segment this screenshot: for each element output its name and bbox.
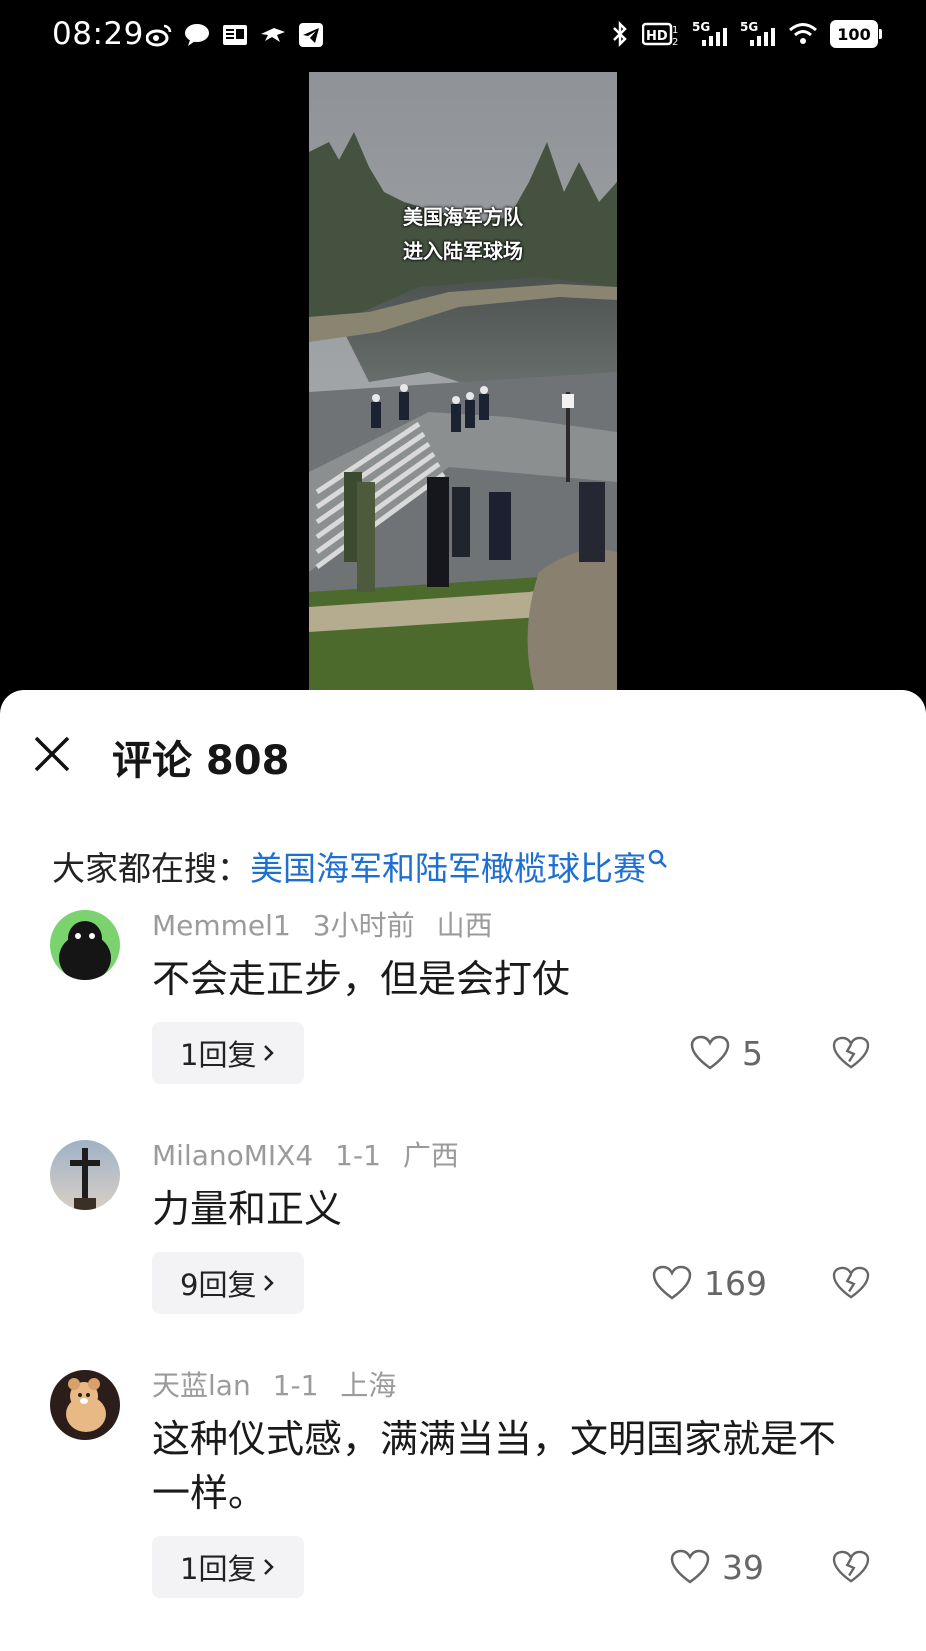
bluetooth-icon [613,20,627,48]
broken-heart-icon [832,1266,870,1299]
comment-username[interactable]: Memmel1 [152,909,291,942]
reply-count-label: 1回复 [180,1552,257,1586]
trending-search-prefix: 大家都在搜： [52,849,250,888]
caption-line-1: 美国海军方队 [403,205,523,229]
close-button[interactable] [30,732,74,776]
status-time: 08:29 [52,16,144,52]
comment-meta: MilanoMIX4 1-1 广西 [152,1134,481,1174]
caption-line-2: 进入陆军球场 [403,239,523,263]
view-replies-button[interactable]: 1回复 [152,1536,305,1598]
comment-meta: 天蓝lan 1-1 上海 [152,1364,418,1404]
comment-text: 力量和正义 [152,1187,343,1231]
bird-icon [260,22,286,48]
chevron-right-icon [264,1275,275,1291]
plush-bear-avatar-icon [50,1370,120,1440]
signal-5g-icon: 5G [692,20,727,46]
like-count: 39 [722,1547,764,1587]
heart-icon [670,1549,710,1584]
chat-bubble-icon [184,22,210,48]
signal-5g-icon: 5G [740,20,775,46]
view-replies-button[interactable]: 1回复 [152,1022,305,1084]
dislike-button[interactable] [832,1022,872,1084]
svg-text:5G: 5G [692,20,710,34]
comment-username[interactable]: MilanoMIX4 [152,1139,313,1172]
toutiao-icon [222,22,248,48]
broken-heart-icon [832,1036,870,1069]
status-right: HD 1 2 5G 5G 100 [610,20,882,48]
user-avatar[interactable] [50,1140,120,1210]
video-caption: 美国海军方队 进入陆军球场 [309,200,617,268]
dislike-button[interactable] [832,1252,872,1314]
hd-icon: HD 12 [642,22,678,47]
reply-count-label: 9回复 [180,1268,257,1302]
comment-meta: Memmel1 3小时前 山西 [152,904,515,944]
trending-search: 大家都在搜： 美国海军和陆军橄榄球比赛 [52,842,668,890]
like-button[interactable]: 39 [670,1536,764,1598]
svg-text:2: 2 [672,37,678,47]
search-icon [648,849,667,868]
user-avatar[interactable] [50,1370,120,1440]
video-frame [309,72,617,690]
view-replies-button[interactable]: 9回复 [152,1252,305,1314]
like-button[interactable]: 5 [690,1022,763,1084]
trending-search-link[interactable]: 美国海军和陆军橄榄球比赛 [250,842,646,890]
svg-text:1: 1 [672,25,678,36]
comments-title: 评论 808 [112,738,290,784]
status-bar: 08:29 HD 1 2 5G 5G 100 [0,0,926,72]
reply-count-label: 1回复 [180,1038,257,1072]
broken-heart-icon [832,1550,870,1583]
like-count: 169 [704,1263,767,1303]
like-button[interactable]: 169 [652,1252,767,1314]
like-count: 5 [742,1033,763,1073]
comment-time: 3小时前 [312,909,415,942]
comment-time: 1-1 [335,1139,381,1172]
video-player[interactable]: 美国海军方队 进入陆军球场 [309,72,617,690]
dislike-button[interactable] [832,1536,872,1598]
comment-location: 广西 [402,1139,459,1172]
svg-text:HD: HD [646,29,668,44]
heart-icon [690,1035,730,1070]
comment-username[interactable]: 天蓝lan [152,1369,251,1402]
comment-location: 上海 [340,1369,397,1402]
telegram-icon [298,22,324,48]
wifi-icon [789,23,817,44]
notification-icons [146,22,324,48]
comments-sheet: 评论 808 大家都在搜： 美国海军和陆军橄榄球比赛 Memmel1 3小时前 山西… [0,690,926,1651]
chevron-right-icon [264,1045,275,1061]
chevron-right-icon [264,1559,275,1575]
user-avatar[interactable] [50,910,120,980]
comment-text: 这种仪式感，满满当当，文明国家就是不一样。 [152,1417,837,1515]
comment-text: 不会走正步，但是会打仗 [152,957,571,1001]
comment-time: 1-1 [272,1369,319,1402]
weibo-icon [146,22,172,48]
cross-avatar-icon [50,1140,120,1210]
penguin-avatar-icon [50,910,120,980]
close-icon [34,736,70,772]
heart-icon [652,1265,692,1300]
battery-indicator: 100 [830,20,882,48]
comment-location: 山西 [436,909,493,942]
svg-text:5G: 5G [740,20,758,34]
